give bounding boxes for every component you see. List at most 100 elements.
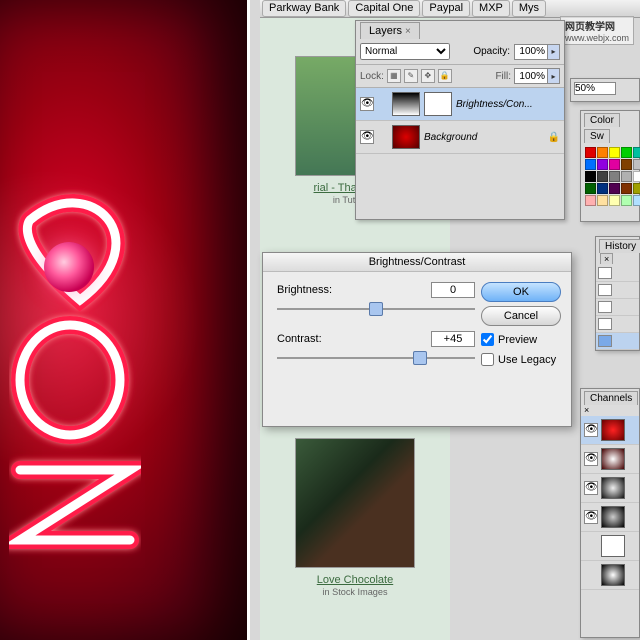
swatch[interactable] [633, 147, 640, 158]
legacy-checkbox-row[interactable]: Use Legacy [481, 353, 561, 366]
zoom-panel[interactable] [570, 78, 640, 102]
slider-thumb[interactable] [413, 351, 427, 365]
swatch[interactable] [585, 183, 596, 194]
swatch[interactable] [609, 147, 620, 158]
swatch[interactable] [633, 171, 640, 182]
layers-panel[interactable]: Layers× Normal Opacity: ▸ Lock: ▦ ✎ ✥ 🔒 … [355, 20, 565, 220]
swatch[interactable] [597, 183, 608, 194]
swatch[interactable] [597, 195, 608, 206]
channel-row[interactable]: 👁 [581, 503, 639, 532]
close-icon[interactable]: × [600, 253, 613, 264]
gallery-link[interactable]: Love Chocolate [268, 574, 442, 586]
history-row[interactable] [596, 299, 639, 316]
lock-transparency-icon[interactable]: ▦ [387, 69, 401, 83]
brightness-label: Brightness: [277, 284, 332, 296]
chevron-right-icon[interactable]: ▸ [547, 45, 559, 59]
brightness-slider[interactable] [277, 301, 475, 317]
history-row[interactable] [596, 282, 639, 299]
bookmark-item[interactable]: Mys [512, 0, 546, 17]
lock-all-icon[interactable]: 🔒 [438, 69, 452, 83]
lock-paint-icon[interactable]: ✎ [404, 69, 418, 83]
layer-mask-thumb[interactable] [424, 92, 452, 116]
channel-row[interactable]: 👁 [581, 416, 639, 445]
channel-row[interactable] [581, 561, 639, 590]
gallery-thumb[interactable] [295, 438, 415, 568]
swatch[interactable] [609, 159, 620, 170]
visibility-icon[interactable]: 👁 [584, 423, 598, 437]
swatch[interactable] [597, 159, 608, 170]
channels-tab[interactable]: Channels [584, 391, 638, 405]
visibility-icon[interactable]: 👁 [360, 97, 374, 111]
swatch[interactable] [609, 183, 620, 194]
blend-mode-select[interactable]: Normal [360, 43, 450, 60]
gallery-category: in Stock Images [322, 587, 387, 597]
brightness-input[interactable] [431, 282, 475, 298]
history-panel[interactable]: History× [595, 236, 640, 351]
ok-button[interactable]: OK [481, 282, 561, 302]
legacy-label: Use Legacy [498, 354, 556, 366]
layer-name[interactable]: Brightness/Con... [456, 99, 533, 110]
channels-panel[interactable]: Channels× 👁 👁 👁 👁 [580, 388, 640, 638]
close-icon[interactable]: × [405, 26, 411, 37]
swatch[interactable] [621, 159, 632, 170]
swatch[interactable] [633, 159, 640, 170]
visibility-icon[interactable]: 👁 [584, 481, 598, 495]
swatch[interactable] [621, 183, 632, 194]
preview-label: Preview [498, 334, 537, 346]
channel-row[interactable]: 👁 [581, 445, 639, 474]
swatch[interactable] [597, 147, 608, 158]
visibility-icon[interactable]: 👁 [360, 130, 374, 144]
opacity-input[interactable] [515, 46, 547, 57]
visibility-icon[interactable]: 👁 [584, 510, 598, 524]
channel-row[interactable] [581, 532, 639, 561]
bookmark-item[interactable]: MXP [472, 0, 510, 17]
watermark: 网页教学网 www.webjx.com [560, 16, 634, 45]
lock-position-icon[interactable]: ✥ [421, 69, 435, 83]
zoom-input[interactable] [574, 82, 616, 95]
history-row[interactable] [596, 265, 639, 282]
layer-name[interactable]: Background [424, 132, 477, 143]
adjustment-thumb[interactable] [392, 92, 420, 116]
swatch[interactable] [621, 147, 632, 158]
preview-checkbox-row[interactable]: Preview [481, 333, 561, 346]
layer-row[interactable]: 👁 Brightness/Con... [356, 88, 564, 121]
contrast-slider[interactable] [277, 350, 475, 366]
color-panel[interactable]: Color Sw [580, 110, 640, 222]
document-canvas[interactable] [0, 0, 250, 640]
slider-thumb[interactable] [369, 302, 383, 316]
history-row[interactable] [596, 333, 639, 350]
swatch[interactable] [585, 171, 596, 182]
layers-tab[interactable]: Layers× [360, 22, 420, 39]
swatch[interactable] [597, 171, 608, 182]
contrast-input[interactable] [431, 331, 475, 347]
chevron-right-icon[interactable]: ▸ [547, 69, 559, 83]
cancel-button[interactable]: Cancel [481, 306, 561, 326]
bookmark-item[interactable]: Paypal [422, 0, 470, 17]
history-tab[interactable]: History [599, 239, 640, 253]
swatch[interactable] [633, 195, 640, 206]
swatch[interactable] [609, 171, 620, 182]
legacy-checkbox[interactable] [481, 353, 494, 366]
layer-thumb[interactable] [392, 125, 420, 149]
close-icon[interactable]: × [581, 405, 592, 415]
bookmark-item[interactable]: Parkway Bank [262, 0, 346, 17]
color-tab[interactable]: Color [584, 113, 620, 127]
swatch[interactable] [585, 159, 596, 170]
bookmark-item[interactable]: Capital One [348, 0, 420, 17]
channel-row[interactable]: 👁 [581, 474, 639, 503]
history-row[interactable] [596, 316, 639, 333]
preview-checkbox[interactable] [481, 333, 494, 346]
swatch[interactable] [585, 147, 596, 158]
swatch[interactable] [585, 195, 596, 206]
fill-input[interactable] [515, 71, 547, 82]
brightness-contrast-dialog[interactable]: Brightness/Contrast Brightness: Contrast… [262, 252, 572, 427]
swatch[interactable] [621, 171, 632, 182]
swatch[interactable] [609, 195, 620, 206]
swatch[interactable] [633, 183, 640, 194]
layer-row[interactable]: 👁 Background 🔒 [356, 121, 564, 154]
swatch[interactable] [621, 195, 632, 206]
visibility-icon[interactable]: 👁 [584, 452, 598, 466]
dialog-title: Brightness/Contrast [263, 253, 571, 272]
contrast-label: Contrast: [277, 333, 322, 345]
swatches-tab[interactable]: Sw [584, 129, 610, 143]
